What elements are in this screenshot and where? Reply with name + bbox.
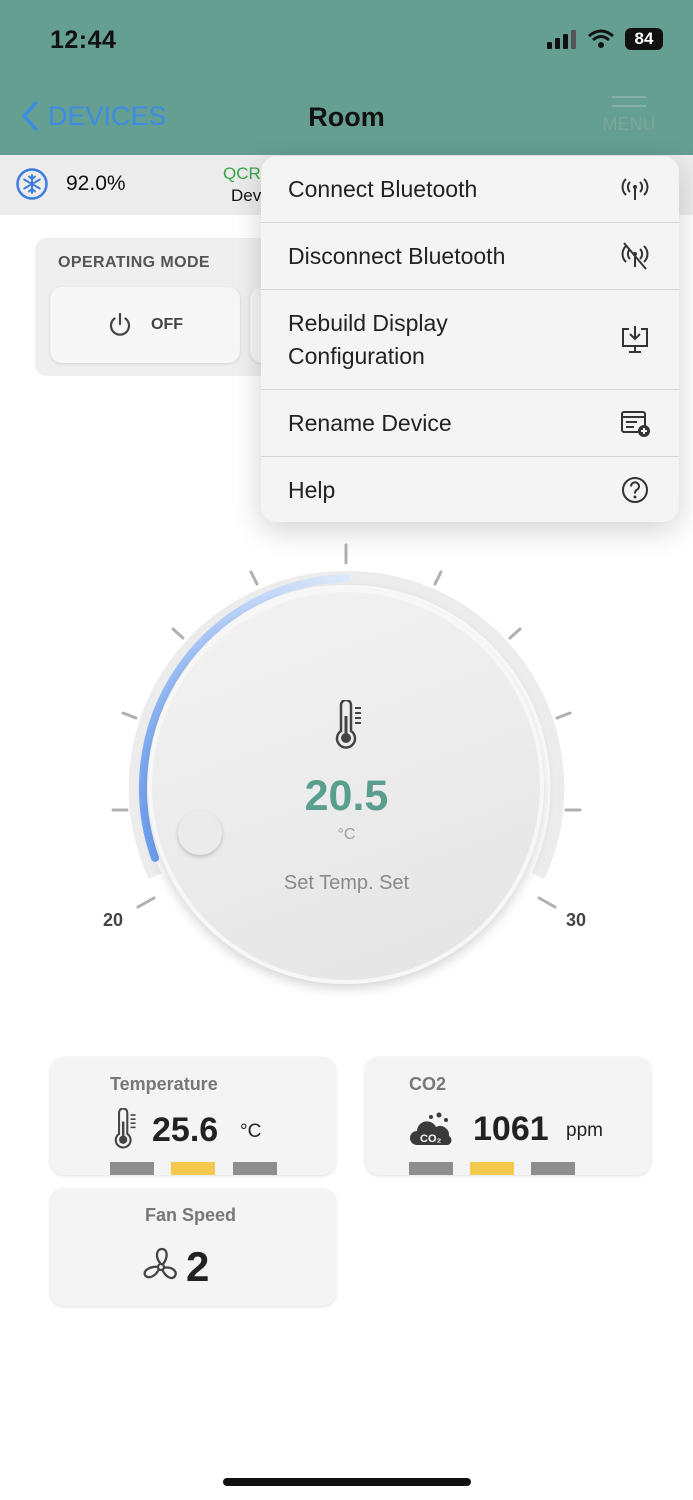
status-time: 12:44 [50,26,117,54]
help-icon [622,477,648,503]
device-label: Dev [231,186,262,205]
mode-off-button[interactable]: OFF [50,287,240,363]
temperature-level-mid [171,1162,215,1175]
co2-level-low [409,1162,453,1175]
menu-item-label: Rename Device [288,410,452,436]
menu-item-label: Help [288,477,336,503]
dial-tick [249,570,259,586]
rename-device-icon [621,411,650,437]
menu-button[interactable]: MENU [598,96,660,135]
page-title: Room [308,102,385,132]
co2-card-title: CO2 [409,1074,447,1094]
dial-tick [171,627,185,640]
menu-item-label: Connect Bluetooth [288,176,478,202]
menu-item-rebuild-display[interactable]: Rebuild Display Configuration [261,290,679,390]
temperature-card-title: Temperature [110,1074,218,1094]
operating-mode-label: OPERATING MODE [58,254,210,271]
set-temperature-label: Set Temp. Set [283,872,410,894]
menu-item-rename-device[interactable]: Rename Device [261,390,679,457]
fan-speed-card-title: Fan Speed [145,1205,237,1225]
set-temperature-value: 20.5 [304,772,389,820]
dial-max-label: 30 [566,910,587,930]
menu-item-disconnect-bluetooth[interactable]: Disconnect Bluetooth [261,223,679,290]
co2-level-mid [470,1162,514,1175]
menu-item-connect-bluetooth[interactable]: Connect Bluetooth [261,156,679,223]
set-temperature-unit: °C [337,826,356,843]
temperature-level-low [110,1162,154,1175]
status-icons: 84 [547,28,663,50]
battery-indicator: 84 [625,28,663,50]
menu-item-label: Disconnect Bluetooth [288,243,506,269]
thermometer-icon [114,1108,136,1149]
dial-tick [537,896,557,909]
menu-label: MENU [602,114,656,134]
dropdown-menu: Connect Bluetooth Disconnect Bluetooth R… [261,156,679,522]
cellular-signal-icon [547,30,576,49]
dial-tick [121,711,138,720]
dial-tick [136,896,156,909]
co2-level-high [531,1162,575,1175]
co2-value: 1061 [473,1110,549,1148]
dial-min-label: 20 [103,910,124,930]
mode-off-label: OFF [151,316,183,333]
dial-tick [433,570,443,586]
fan-icon [143,1247,177,1280]
power-icon [109,312,131,336]
menu-item-help[interactable]: Help [261,457,679,522]
co2-cloud-icon: CO₂ [410,1112,452,1145]
snowflake-icon [16,168,48,200]
bluetooth-connect-icon [621,178,649,200]
temperature-value: 25.6 [152,1111,219,1149]
humidity-value: 92.0% [66,172,126,195]
download-display-icon [622,326,648,353]
hamburger-icon [598,96,660,107]
wifi-icon [588,29,614,48]
menu-item-label: Rebuild Display Configuration [288,310,448,369]
co2-unit: ppm [566,1120,603,1141]
temperature-unit: °C [240,1121,262,1142]
qcr-label: QCR [223,164,261,183]
home-indicator[interactable] [223,1478,471,1486]
dial-tick [508,627,522,640]
temperature-level-high [233,1162,277,1175]
fan-speed-value: 2 [186,1243,210,1290]
bluetooth-disconnect-icon [621,242,649,270]
dial-tick [555,711,572,720]
thermometer-icon [335,700,361,749]
svg-text:CO₂: CO₂ [420,1133,442,1145]
